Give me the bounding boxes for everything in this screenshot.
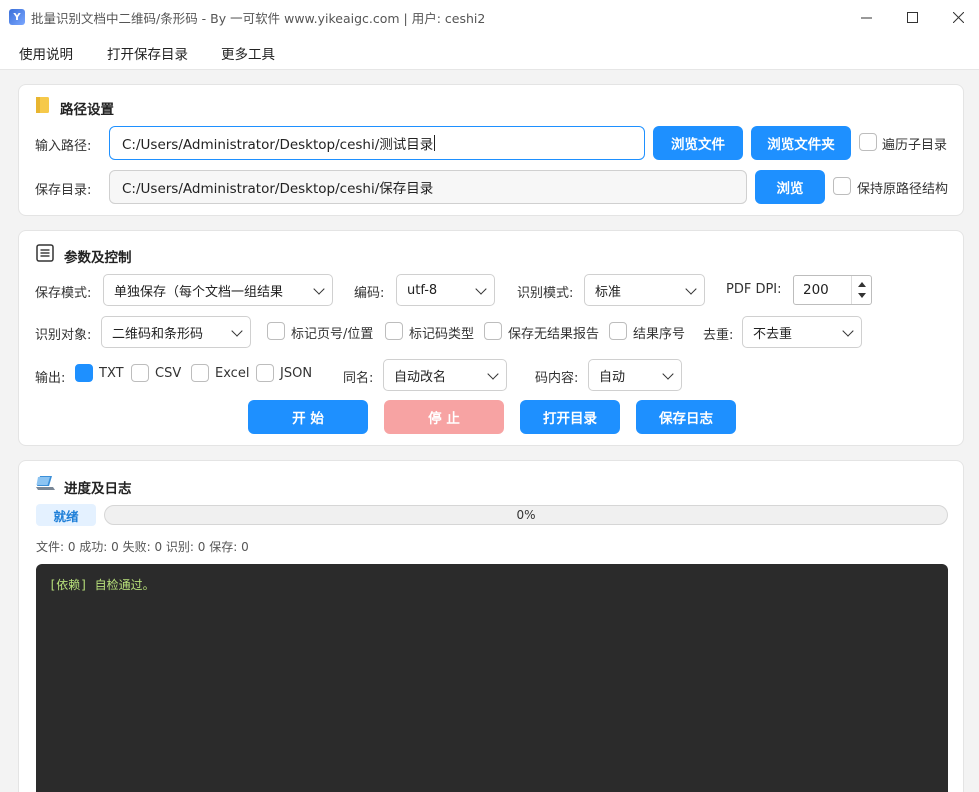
text-caret: [434, 135, 436, 151]
encoding-label: 编码:: [354, 286, 385, 301]
output-excel-label: Excel: [215, 366, 250, 381]
close-icon: [952, 11, 964, 23]
input-path-label: 输入路径:: [35, 139, 92, 154]
input-path-value: C:/Users/Administrator/Desktop/ceshi/测试目…: [122, 137, 434, 153]
dpi-label: PDF DPI:: [726, 282, 782, 297]
log-panel[interactable]: [依赖] 自检通过。: [36, 564, 948, 792]
output-excel-checkbox[interactable]: [191, 364, 209, 382]
dpi-value: 200: [803, 282, 829, 298]
chevron-down-icon: [313, 283, 325, 295]
dedupe-label: 去重:: [703, 328, 734, 343]
progress-title: 进度及日志: [64, 481, 132, 497]
browse-save-button[interactable]: 浏览: [755, 170, 825, 204]
save-mode-value: 单独保存（每个文档一组结果: [114, 284, 284, 300]
same-name-select[interactable]: 自动改名: [383, 359, 507, 391]
open-dir-button[interactable]: 打开目录: [520, 400, 620, 434]
target-select[interactable]: 二维码和条形码: [101, 316, 251, 348]
result-index-checkbox[interactable]: [609, 322, 627, 340]
content-select[interactable]: 自动: [588, 359, 682, 391]
recurse-subdir-checkbox[interactable]: [859, 133, 877, 151]
keep-structure-label: 保持原路径结构: [857, 182, 949, 197]
save-empty-checkbox[interactable]: [484, 322, 502, 340]
dedupe-select[interactable]: 不去重: [742, 316, 862, 348]
save-mode-label: 保存模式:: [35, 286, 92, 301]
save-dir-label: 保存目录:: [35, 183, 92, 198]
result-index-label: 结果序号: [633, 327, 686, 342]
laptop-icon: [36, 476, 55, 490]
minimize-button[interactable]: [843, 0, 889, 34]
log-line: [依赖] 自检通过。: [49, 578, 155, 592]
output-json-checkbox[interactable]: [256, 364, 274, 382]
minimize-icon: [860, 17, 872, 18]
content-label: 码内容:: [535, 371, 579, 386]
mark-type-label: 标记码类型: [409, 327, 475, 342]
params-title: 参数及控制: [64, 250, 132, 266]
title-bar: Y 批量识别文档中二维码/条形码 - By 一可软件 www.yikeaigc.…: [0, 0, 979, 34]
spin-down-icon[interactable]: [858, 293, 866, 298]
status-badge: 就绪: [36, 504, 96, 526]
chevron-down-icon: [487, 368, 499, 380]
recog-mode-label: 识别模式:: [517, 286, 574, 301]
mark-page-label: 标记页号/位置: [291, 327, 374, 342]
output-json-label: JSON: [280, 366, 313, 381]
path-settings-card: 路径设置 输入路径: C:/Users/Administrator/Deskto…: [18, 84, 964, 216]
maximize-icon: [906, 11, 918, 23]
output-csv-label: CSV: [155, 366, 182, 381]
progress-card: 进度及日志 就绪 0% 文件: 0 成功: 0 失败: 0 识别: 0 保存: …: [18, 460, 964, 792]
save-dir-value: C:/Users/Administrator/Desktop/ceshi/保存目…: [122, 181, 434, 197]
recog-mode-value: 标准: [595, 284, 622, 300]
output-label: 输出:: [35, 371, 66, 386]
chevron-down-icon: [842, 325, 854, 337]
maximize-button[interactable]: [889, 0, 935, 34]
menu-help[interactable]: 使用说明: [19, 43, 73, 63]
recurse-subdir-label: 遍历子目录: [882, 138, 948, 153]
list-icon: [36, 244, 54, 262]
save-empty-label: 保存无结果报告: [508, 327, 600, 342]
mark-page-checkbox[interactable]: [267, 322, 285, 340]
encoding-select[interactable]: utf-8: [396, 274, 495, 306]
browse-folder-button[interactable]: 浏览文件夹: [751, 126, 851, 160]
params-card: 参数及控制 保存模式: 单独保存（每个文档一组结果 编码: utf-8 识别模式…: [18, 230, 964, 446]
same-name-value: 自动改名: [394, 369, 447, 385]
save-mode-select[interactable]: 单独保存（每个文档一组结果: [103, 274, 333, 306]
input-path-field[interactable]: C:/Users/Administrator/Desktop/ceshi/测试目…: [109, 126, 645, 160]
stop-button[interactable]: 停 止: [384, 400, 504, 434]
dpi-spinbox[interactable]: 200: [793, 275, 872, 305]
stats-line: 文件: 0 成功: 0 失败: 0 识别: 0 保存: 0: [36, 540, 249, 554]
path-settings-title: 路径设置: [60, 102, 114, 118]
window-title: 批量识别文档中二维码/条形码 - By 一可软件 www.yikeaigc.co…: [31, 11, 486, 26]
save-log-button[interactable]: 保存日志: [636, 400, 736, 434]
mark-type-checkbox[interactable]: [385, 322, 403, 340]
output-csv-checkbox[interactable]: [131, 364, 149, 382]
progress-text: 0%: [516, 508, 536, 522]
chevron-down-icon: [475, 283, 487, 295]
chevron-down-icon: [662, 368, 674, 380]
start-button[interactable]: 开 始: [248, 400, 368, 434]
menu-bar: 使用说明 打开保存目录 更多工具: [0, 34, 979, 70]
menu-more-tools[interactable]: 更多工具: [221, 43, 275, 63]
keep-structure-checkbox[interactable]: [833, 177, 851, 195]
save-dir-field[interactable]: C:/Users/Administrator/Desktop/ceshi/保存目…: [109, 170, 747, 204]
folder-icon: [36, 97, 49, 113]
content-value: 自动: [599, 369, 626, 385]
dpi-spin-buttons[interactable]: [851, 276, 871, 304]
target-value: 二维码和条形码: [112, 326, 204, 342]
dedupe-value: 不去重: [753, 326, 793, 342]
chevron-down-icon: [685, 283, 697, 295]
encoding-value: utf-8: [407, 282, 438, 298]
spin-up-icon[interactable]: [858, 282, 866, 287]
progress-bar: 0%: [104, 505, 948, 525]
browse-file-button[interactable]: 浏览文件: [653, 126, 743, 160]
chevron-down-icon: [231, 325, 243, 337]
close-button[interactable]: [935, 0, 979, 34]
output-txt-label: TXT: [99, 366, 124, 381]
same-name-label: 同名:: [343, 371, 374, 386]
target-label: 识别对象:: [35, 328, 92, 343]
menu-open-save-dir[interactable]: 打开保存目录: [107, 43, 188, 63]
output-txt-checkbox[interactable]: [75, 364, 93, 382]
recog-mode-select[interactable]: 标准: [584, 274, 705, 306]
app-icon: Y: [9, 9, 25, 25]
